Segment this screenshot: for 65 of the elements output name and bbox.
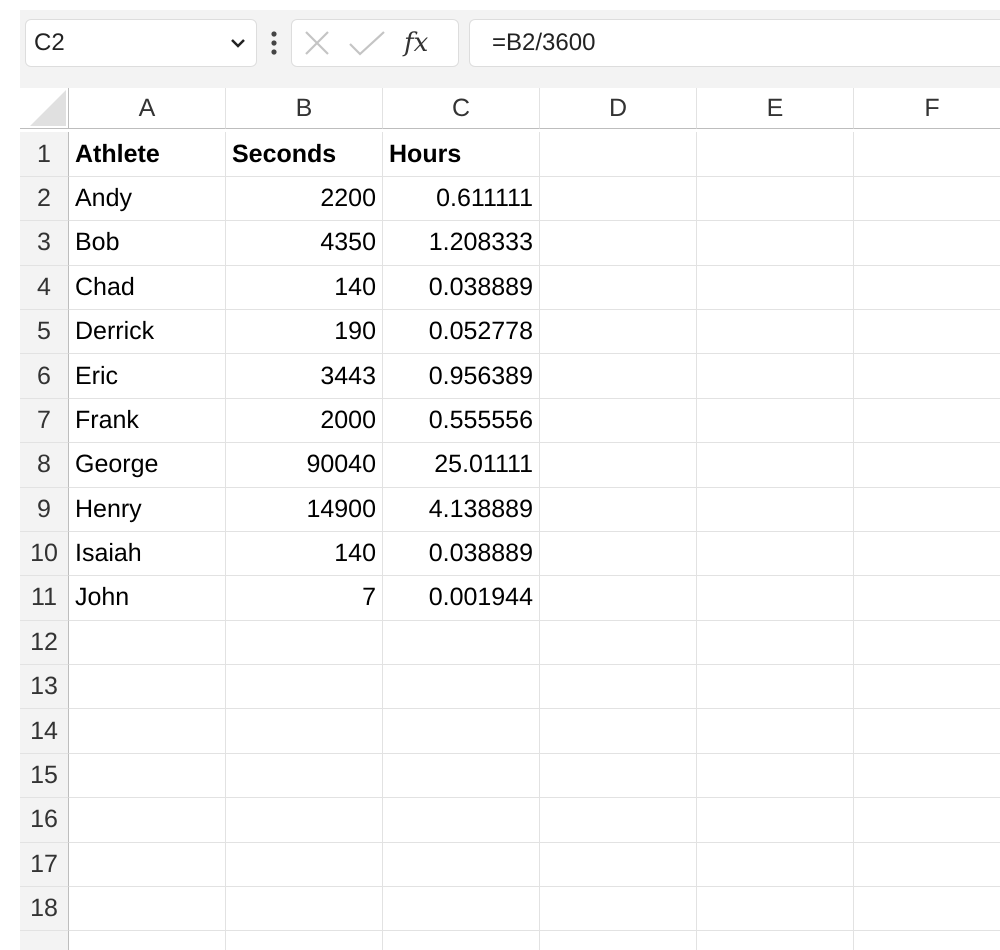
cancel-icon[interactable]: [304, 30, 330, 56]
table-cell: 0.038889: [383, 532, 540, 576]
table-cell: Henry: [69, 488, 226, 532]
table-cell: 1.208333: [383, 221, 540, 266]
row-header[interactable]: 18: [20, 887, 69, 932]
row-header[interactable]: 1: [20, 132, 69, 177]
table-cell: 0.038889: [383, 266, 540, 310]
table-cell: 0.611111: [383, 176, 540, 222]
row-header[interactable]: 10: [20, 532, 69, 576]
column-header[interactable]: E: [697, 88, 854, 129]
table-cell: 140: [226, 266, 383, 310]
row-header[interactable]: 16: [20, 798, 69, 843]
row-header[interactable]: 5: [20, 310, 69, 354]
row-header[interactable]: 8: [20, 443, 69, 488]
table-cell: Frank: [69, 398, 226, 444]
row-header[interactable]: 17: [20, 842, 69, 888]
table-cell: 140: [226, 532, 383, 576]
table-cell: 0.555556: [383, 398, 540, 444]
table-cell: Andy: [69, 176, 226, 222]
table-cell: Hours: [383, 132, 540, 177]
table-cell: 0.001944: [383, 576, 540, 621]
table-cell: John: [69, 576, 226, 621]
row-header[interactable]: 11: [20, 576, 69, 621]
table-cell: 14900: [226, 488, 383, 532]
row-header[interactable]: 15: [20, 754, 69, 798]
chevron-down-icon[interactable]: [230, 38, 246, 48]
row-header[interactable]: 7: [20, 398, 69, 444]
table-cell: 7: [226, 576, 383, 621]
cell-reference: C2: [34, 28, 65, 56]
table-cell: Seconds: [226, 132, 383, 177]
column-header[interactable]: A: [69, 88, 226, 129]
table-cell: Eric: [69, 354, 226, 399]
insert-function-button[interactable]: fx: [404, 28, 428, 58]
column-header[interactable]: C: [383, 88, 540, 129]
table-cell: Chad: [69, 266, 226, 310]
row-header[interactable]: 2: [20, 176, 69, 222]
table-cell: Athlete: [69, 132, 226, 177]
table-cell: 2000: [226, 398, 383, 444]
column-header[interactable]: B: [226, 88, 383, 129]
table-cell: 90040: [226, 443, 383, 488]
row-header[interactable]: 6: [20, 354, 69, 399]
table-cell: 3443: [226, 354, 383, 399]
select-all-icon[interactable]: [30, 90, 66, 126]
row-header[interactable]: 12: [20, 620, 69, 666]
table-cell: 0.052778: [383, 310, 540, 354]
name-box[interactable]: C2: [25, 18, 257, 66]
column-header[interactable]: D: [540, 88, 697, 129]
table-cell: 2200: [226, 176, 383, 222]
row-header[interactable]: 4: [20, 266, 69, 310]
row-header[interactable]: 3: [20, 221, 69, 266]
enter-icon[interactable]: [348, 30, 386, 56]
more-options-icon[interactable]: [271, 30, 277, 54]
table-cell: Bob: [69, 221, 226, 266]
formula-field[interactable]: =B2/3600: [469, 18, 1000, 66]
table-cell: 190: [226, 310, 383, 354]
table-cell: Isaiah: [69, 532, 226, 576]
row-header[interactable]: 14: [20, 709, 69, 754]
table-cell: Derrick: [69, 310, 226, 354]
table-cell: 4.138889: [383, 488, 540, 532]
table-cell: 4350: [226, 221, 383, 266]
row-header[interactable]: 9: [20, 488, 69, 532]
table-cell: George: [69, 443, 226, 488]
table-cell: 0.956389: [383, 354, 540, 399]
table-cell: 25.01111: [383, 443, 540, 488]
row-header[interactable]: 13: [20, 665, 69, 710]
